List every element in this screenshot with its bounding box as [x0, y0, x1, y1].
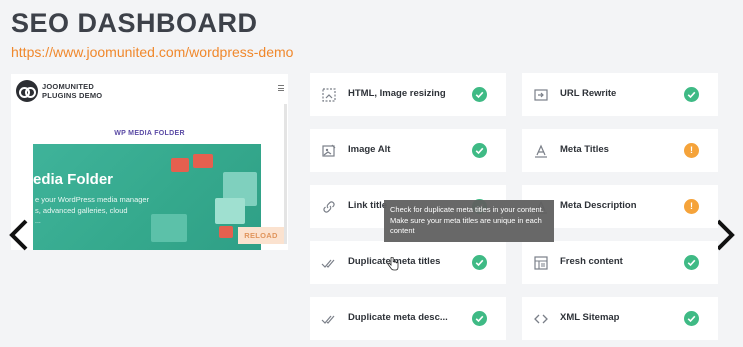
hero-subtitle-line-2: s, advanced galleries, cloud	[35, 206, 128, 215]
seo-card-label: Meta Description	[560, 200, 637, 211]
image-card-icon	[171, 158, 189, 172]
preview-scrollbar[interactable]	[284, 104, 287, 244]
joomunited-logo-icon	[16, 80, 38, 102]
double-check-icon	[321, 255, 337, 271]
layout-icon	[533, 255, 549, 271]
seo-card-label: Image Alt	[348, 144, 391, 155]
seo-card-label: Duplicate meta desc...	[348, 312, 448, 323]
media-folder-heading: WP MEDIA FOLDER	[114, 130, 185, 137]
brand-line-1: JOOMUNITED	[42, 82, 95, 91]
check-icon	[472, 311, 487, 326]
previous-arrow-icon[interactable]	[6, 217, 32, 253]
hero-subtitle: e your WordPress media manager s, advanc…	[35, 194, 175, 216]
seo-card-html-image-resizing[interactable]: HTML, Image resizing	[310, 73, 506, 116]
url-rewrite-icon	[533, 87, 549, 103]
media-hero-banner: edia Folder e your WordPress media manag…	[33, 144, 261, 250]
hero-title: edia Folder	[33, 171, 114, 188]
hand-cursor-icon	[387, 256, 399, 271]
seo-card-url-rewrite[interactable]: URL Rewrite	[522, 73, 718, 116]
image-card-icon	[193, 154, 213, 168]
check-icon	[472, 255, 487, 270]
seo-card-label: URL Rewrite	[560, 88, 617, 99]
reload-button[interactable]: RELOAD	[238, 227, 284, 244]
hero-ellipsis: ...	[35, 218, 41, 225]
seo-card-label: HTML, Image resizing	[348, 88, 446, 99]
header: SEO DASHBOARD https://www.joomunited.com…	[11, 8, 293, 60]
text-icon	[533, 143, 549, 159]
check-icon	[684, 255, 699, 270]
check-icon	[472, 87, 487, 102]
seo-card-label: XML Sitemap	[560, 312, 620, 323]
site-url-link[interactable]: https://www.joomunited.com/wordpress-dem…	[11, 44, 293, 60]
image-alt-icon	[321, 143, 337, 159]
check-icon	[684, 87, 699, 102]
brand-line-2: PLUGINS DEMO	[42, 91, 103, 100]
image-card-icon	[215, 198, 245, 224]
check-icon	[684, 311, 699, 326]
page-title: SEO DASHBOARD	[11, 8, 258, 38]
seo-card-meta-titles[interactable]: Meta Titles!	[522, 129, 718, 172]
check-icon	[472, 143, 487, 158]
image-card-icon	[151, 214, 187, 242]
seo-card-fresh-content[interactable]: Fresh content	[522, 241, 718, 284]
warning-icon: !	[684, 199, 699, 214]
image-resize-icon	[321, 87, 337, 103]
seo-card-image-alt[interactable]: Image Alt	[310, 129, 506, 172]
seo-card-label: Fresh content	[560, 256, 623, 267]
site-preview-panel: JOOMUNITED PLUGINS DEMO WP MEDIA FOLDER …	[11, 74, 288, 250]
seo-card-duplicate-meta-titles[interactable]: Duplicate meta titles	[310, 241, 506, 284]
hero-subtitle-line-1: e your WordPress media manager	[35, 195, 150, 204]
warning-icon: !	[684, 143, 699, 158]
image-card-icon	[219, 226, 233, 238]
tooltip: Check for duplicate meta titles in your …	[384, 200, 554, 242]
hamburger-menu-icon[interactable]	[278, 85, 284, 91]
code-icon	[533, 311, 549, 327]
seo-card-duplicate-meta-desc[interactable]: Duplicate meta desc...	[310, 297, 506, 340]
seo-card-label: Meta Titles	[560, 144, 609, 155]
double-check-icon	[321, 311, 337, 327]
seo-card-xml-sitemap[interactable]: XML Sitemap	[522, 297, 718, 340]
brand-name: JOOMUNITED PLUGINS DEMO	[42, 82, 102, 100]
link-icon	[321, 199, 337, 215]
seo-card-label: Link title	[348, 200, 388, 211]
